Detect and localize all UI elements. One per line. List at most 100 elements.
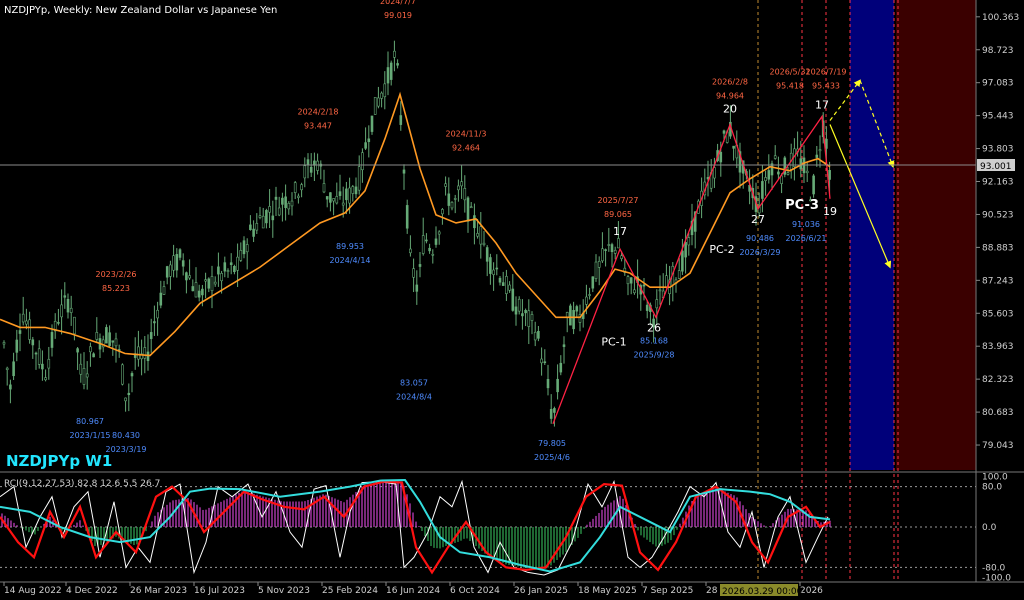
wave-label: 17 <box>815 98 829 111</box>
annotation-line-1: 80.430 <box>112 431 140 440</box>
candle-body <box>764 177 767 181</box>
candle-body <box>684 242 687 258</box>
price-tick-label: 83.963 <box>982 342 1014 352</box>
candle-body <box>428 247 431 252</box>
candle-body <box>431 253 435 256</box>
candle-body <box>297 195 300 198</box>
candle-body <box>399 115 403 125</box>
candle-body <box>341 202 345 206</box>
candle-body <box>162 286 166 295</box>
price-tick-label: 80.683 <box>982 408 1014 418</box>
candle-body <box>537 330 540 339</box>
candle-body <box>405 205 409 229</box>
candle-body <box>351 186 355 194</box>
candle-body <box>69 307 73 313</box>
time-tick-label: 2026 <box>800 586 823 596</box>
candle-body <box>15 339 19 353</box>
candle-body <box>130 373 134 377</box>
candle-body <box>588 294 591 296</box>
candle-body <box>41 363 44 370</box>
candle-body <box>444 183 447 187</box>
annotation-line-2: 93.447 <box>304 121 332 130</box>
candle-body <box>57 322 60 324</box>
candle-body <box>12 361 15 377</box>
candle-body <box>469 206 473 209</box>
candle-body <box>773 155 777 159</box>
candle-body <box>645 304 649 311</box>
time-tick-label: 25 Feb 2024 <box>322 586 378 596</box>
candle-body <box>761 181 764 199</box>
annotation-line-1: 2026/7/19 <box>805 67 846 76</box>
candle-body <box>281 197 284 205</box>
candle-body <box>373 97 377 115</box>
candle-body <box>642 284 646 287</box>
price-tick-label: 92.163 <box>982 178 1014 188</box>
candle-body <box>511 288 515 311</box>
candle-body <box>188 275 191 279</box>
candle-body <box>681 250 684 272</box>
candle-body <box>629 277 633 284</box>
price-tick-label: 97.083 <box>982 79 1014 89</box>
price-tick-label: 79.043 <box>982 441 1014 451</box>
annotation-line-2: 2026/6/21 <box>785 234 826 243</box>
chart-window[interactable]: 2023/2/2685.22380.9672023/1/15 80.4302023… <box>0 0 1024 600</box>
candle-body <box>156 309 159 319</box>
annotation-line-2: 2025/4/6 <box>534 453 570 462</box>
annotation-line-1: 83.057 <box>400 379 428 388</box>
candle-body <box>229 262 233 265</box>
candle-body <box>719 151 723 163</box>
time-tick-label: 18 May 2025 <box>578 586 637 596</box>
candle-body <box>818 149 822 152</box>
candle-body <box>63 295 67 298</box>
price-tick-label: 85.603 <box>982 309 1014 319</box>
candle-body <box>89 346 92 353</box>
wave-label: PC-1 <box>601 335 626 348</box>
candle-body <box>575 306 579 312</box>
candle-body <box>482 242 486 246</box>
annotation-line-1: 2024/7/7 <box>380 0 416 6</box>
candle-body <box>18 330 22 334</box>
candle-body <box>828 170 831 180</box>
candle-body <box>5 367 9 370</box>
crosshair-time-label: 2026.03.29 00:00 <box>722 587 803 597</box>
candle-body <box>613 249 617 254</box>
annotation-line-1: 2025/7/27 <box>597 196 638 205</box>
candle-body <box>585 296 588 305</box>
annotation-line-2: 2025/9/28 <box>633 350 674 359</box>
candle-body <box>409 248 412 254</box>
time-tick-label: 26 Jan 2025 <box>514 586 568 596</box>
candle-body <box>450 201 454 209</box>
annotation-line-1: 2024/11/3 <box>445 130 486 139</box>
candle-body <box>805 170 809 174</box>
annotation-line-1: 2024/2/18 <box>297 107 338 116</box>
candle-body <box>293 182 297 193</box>
candle-body <box>316 160 319 171</box>
candle-body <box>236 256 239 271</box>
candle-body <box>364 142 367 149</box>
price-tick-label: 98.723 <box>982 46 1014 56</box>
rci-tick-label: -80.0 <box>982 563 1006 573</box>
time-tick-label: 6 Oct 2024 <box>450 586 500 596</box>
candle-body <box>233 265 236 273</box>
candle-body <box>617 238 620 249</box>
candle-body <box>137 346 140 360</box>
candle-body <box>114 338 118 347</box>
price-tick-label: 88.883 <box>982 243 1014 253</box>
candle-body <box>505 276 508 294</box>
candle-body <box>389 62 393 80</box>
annotation-line-1: 2026/5/31 <box>769 67 810 76</box>
candle-body <box>284 196 287 209</box>
candle-body <box>21 313 25 323</box>
price-axis[interactable] <box>976 0 1024 470</box>
candle-body <box>207 278 211 289</box>
candle-body <box>223 262 227 272</box>
candle-body <box>287 202 291 210</box>
candle-body <box>556 378 559 393</box>
candle-body <box>466 197 470 222</box>
candle-body <box>169 264 172 277</box>
annotation-line-2: 85.223 <box>102 284 130 293</box>
candle-body <box>626 276 630 285</box>
time-tick-label: 5 Nov 2023 <box>258 586 310 596</box>
wave-label: PC-2 <box>709 243 734 256</box>
candle-body <box>153 321 156 324</box>
